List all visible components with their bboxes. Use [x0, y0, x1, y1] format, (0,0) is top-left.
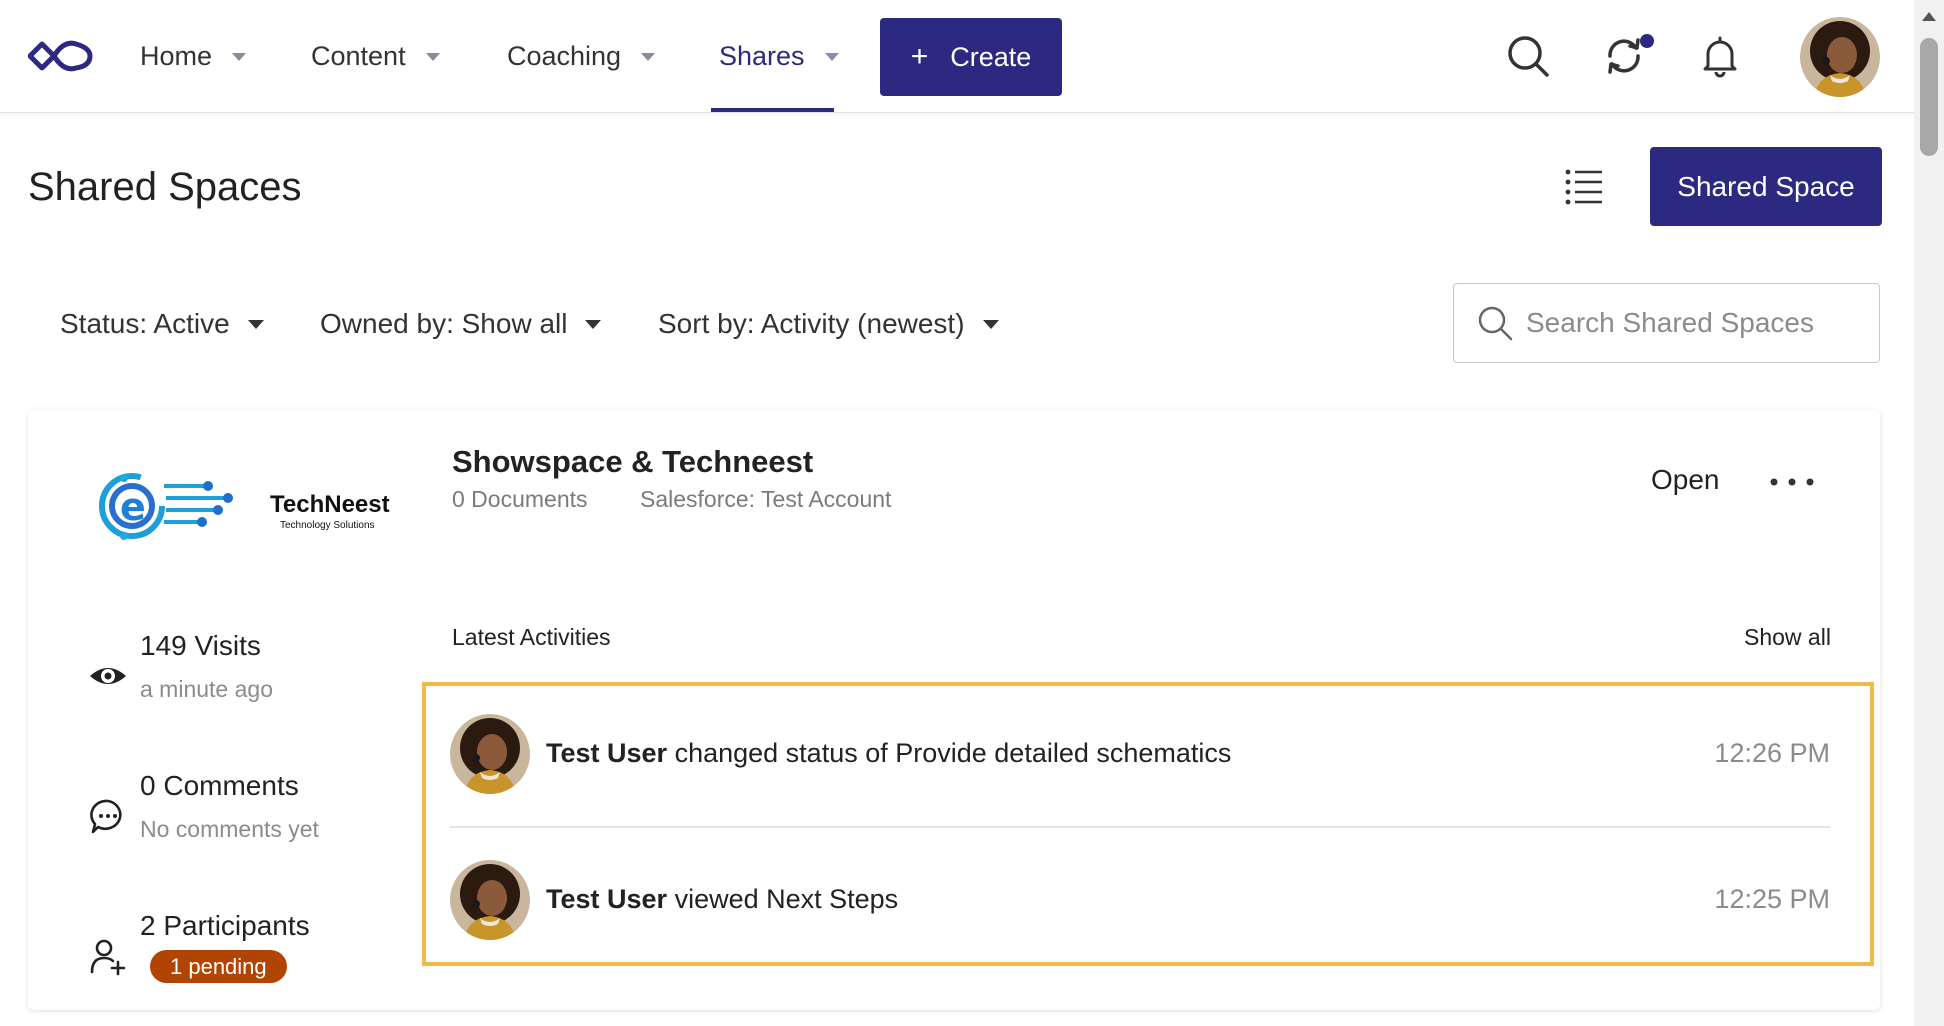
nav-item-home-label: Home [140, 41, 213, 71]
activity-description: changed status of Provide detailed schem… [674, 738, 1232, 768]
caret-down-icon [247, 319, 264, 329]
list-view-icon[interactable] [1564, 166, 1604, 206]
search-shared-spaces-box [1453, 283, 1880, 363]
eye-icon [90, 668, 126, 684]
nav-item-coaching-label: Coaching [507, 41, 622, 71]
activity-text: Test User changed status of Provide deta… [546, 738, 1231, 769]
scroll-up-arrow-icon[interactable] [1922, 12, 1936, 21]
activity-user-name: Test User [546, 884, 668, 914]
shared-space-title[interactable]: Showspace & Techneest [452, 444, 813, 480]
page-title: Shared Spaces [28, 165, 302, 209]
create-button[interactable]: + Create [880, 18, 1062, 96]
visits-last-time: a minute ago [140, 676, 273, 702]
latest-activities-heading: Latest Activities [452, 624, 611, 650]
visits-count: 149 Visits [140, 630, 261, 661]
app-logo-icon[interactable] [28, 34, 94, 78]
top-navigation-bar: Home Content Coaching Shares + Create [0, 0, 1914, 113]
add-person-icon [90, 939, 126, 976]
nav-item-content[interactable]: Content [311, 0, 440, 113]
status-filter-label: Status: Active [60, 308, 230, 339]
caret-down-icon [982, 319, 999, 329]
search-icon [1478, 306, 1513, 341]
activity-user-avatar [450, 714, 530, 794]
activity-divider [450, 826, 1830, 828]
owned-by-filter-label: Owned by: Show all [320, 308, 568, 339]
search-input[interactable] [1526, 284, 1866, 362]
sort-by-label: Sort by: Activity (newest) [658, 308, 965, 339]
company-logo: e TechNeest Technology Solutions [94, 456, 424, 556]
logo-wordmark: TechNeest [270, 491, 390, 518]
pending-badge: 1 pending [150, 950, 287, 983]
scroll-thumb[interactable] [1920, 38, 1938, 156]
latest-activities-list: Test User changed status of Provide deta… [422, 682, 1874, 966]
svg-text:e: e [120, 485, 146, 529]
comments-count: 0 Comments [140, 770, 299, 801]
activity-time: 12:25 PM [1714, 884, 1830, 914]
page-scrollbar[interactable] [1914, 0, 1944, 1026]
techneest-logo-icon: e TechNeest Technology Solutions [99, 473, 390, 540]
chevron-down-icon [641, 52, 656, 61]
activity-text: Test User viewed Next Steps [546, 884, 898, 915]
activity-user-name: Test User [546, 738, 668, 768]
search-icon[interactable] [1506, 34, 1550, 78]
activity-time: 12:26 PM [1714, 738, 1830, 768]
more-options-icon[interactable] [1768, 470, 1816, 494]
activity-description: viewed Next Steps [674, 884, 899, 914]
activity-item[interactable]: Test User viewed Next Steps 12:25 PM [450, 846, 1830, 942]
comment-bubble-icon [90, 799, 122, 834]
nav-item-content-label: Content [311, 41, 406, 71]
caret-down-icon [585, 319, 602, 329]
chevron-down-icon [824, 52, 839, 61]
sort-by-dropdown[interactable]: Sort by: Activity (newest) [658, 300, 999, 348]
documents-count: 0 Documents [452, 486, 588, 512]
nav-item-shares[interactable]: Shares [719, 0, 839, 113]
nav-item-shares-label: Shares [719, 41, 805, 71]
chevron-down-icon [425, 52, 440, 61]
activity-item[interactable]: Test User changed status of Provide deta… [450, 700, 1830, 796]
salesforce-account: Salesforce: Test Account [640, 486, 892, 512]
shared-space-card: e TechNeest Technology Solutions Showspa… [28, 410, 1880, 1010]
chevron-down-icon [232, 52, 247, 61]
show-all-link[interactable]: Show all [1744, 624, 1831, 651]
plus-icon: + [910, 40, 929, 73]
participants-count: 2 Participants [140, 910, 310, 941]
bell-icon[interactable] [1698, 34, 1742, 78]
sync-notification-dot [1640, 34, 1654, 48]
logo-tagline: Technology Solutions [280, 520, 375, 531]
active-tab-indicator [711, 108, 834, 112]
status-filter-dropdown[interactable]: Status: Active [60, 300, 264, 348]
nav-item-home[interactable]: Home [140, 0, 247, 113]
new-shared-space-button[interactable]: Shared Space [1650, 147, 1882, 226]
open-button[interactable]: Open [1651, 464, 1720, 496]
create-button-label: Create [950, 41, 1032, 72]
comments-status: No comments yet [140, 816, 319, 842]
nav-item-coaching[interactable]: Coaching [507, 0, 656, 113]
activity-user-avatar [450, 860, 530, 940]
user-avatar[interactable] [1800, 17, 1880, 97]
owned-by-filter-dropdown[interactable]: Owned by: Show all [320, 300, 602, 348]
